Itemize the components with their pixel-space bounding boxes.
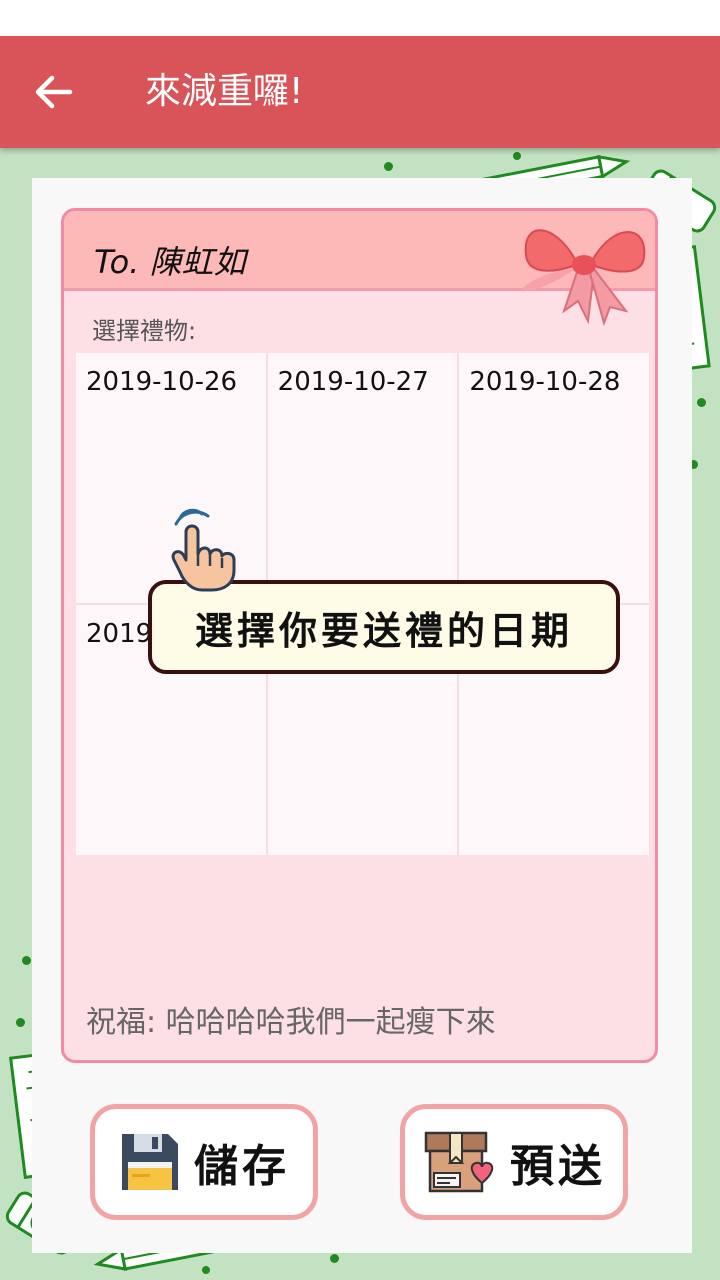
ribbon-bow-icon (520, 229, 646, 327)
app-bar: 來減重囉! (0, 36, 720, 148)
status-bar (0, 0, 720, 36)
decor-dot (384, 162, 393, 171)
decor-dot (513, 152, 521, 160)
decor-dot (697, 398, 706, 407)
decor-dot (330, 1254, 339, 1263)
date-option[interactable]: 2019-10-27 (267, 353, 458, 603)
back-button[interactable] (22, 62, 86, 122)
gift-box-icon (424, 1131, 494, 1193)
send-button-label: 預送 (510, 1141, 606, 1192)
recipient-name: To. 陳虹如 (94, 243, 246, 281)
save-button[interactable]: 儲存 (90, 1104, 318, 1220)
blessing-text: 祝福: 哈哈哈哈我們一起瘦下來 (86, 1005, 496, 1040)
decor-dot (202, 1266, 210, 1274)
decor-dot (16, 1018, 25, 1027)
date-option[interactable]: 2019-10-28 (459, 353, 649, 603)
send-button[interactable]: 預送 (400, 1104, 628, 1220)
tutorial-tooltip: 選擇你要送禮的日期 (148, 580, 620, 674)
decor-dot (22, 956, 31, 965)
arrow-left-icon (35, 75, 73, 109)
save-button-label: 儲存 (194, 1141, 290, 1192)
pointing-hand-icon (171, 508, 236, 592)
card-header: To. 陳虹如 (64, 211, 655, 327)
floppy-disk-icon (122, 1134, 178, 1190)
page-title: 來減重囉! (145, 71, 304, 112)
gift-label: 選擇禮物: (92, 317, 197, 345)
